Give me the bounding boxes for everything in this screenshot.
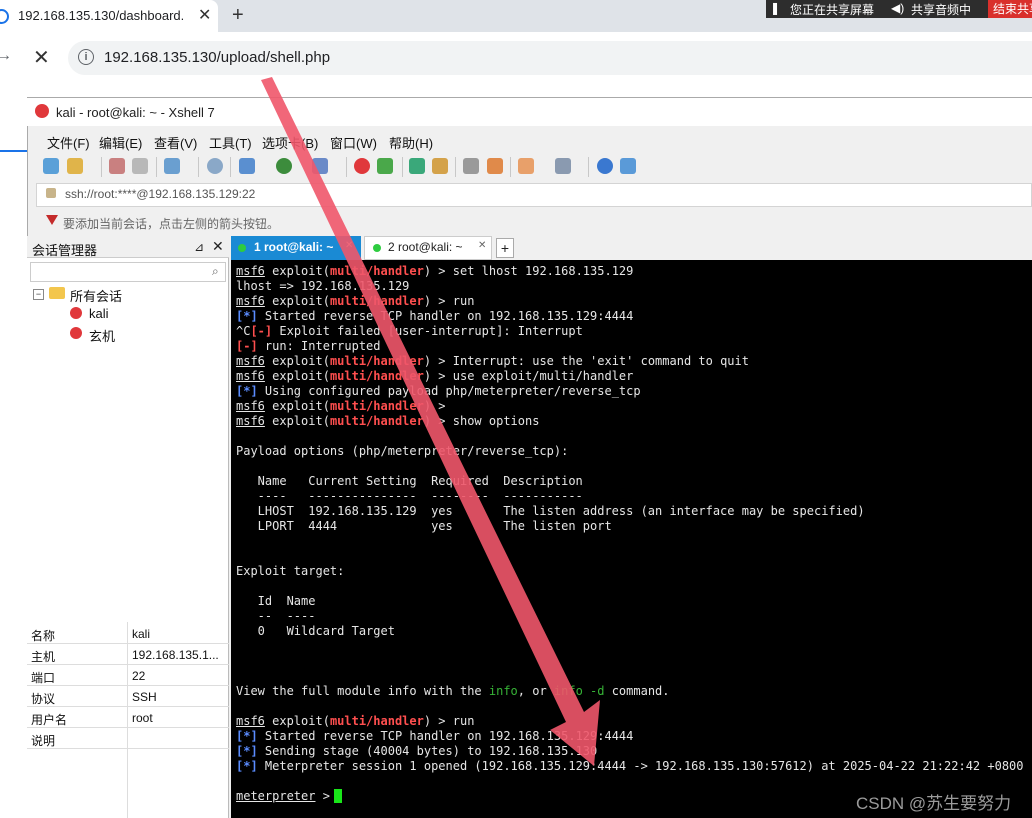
annotation-arrow [261,77,600,766]
annotation-arrow-shape [261,77,600,766]
watermark: CSDN @苏生要努力 [856,794,1012,813]
